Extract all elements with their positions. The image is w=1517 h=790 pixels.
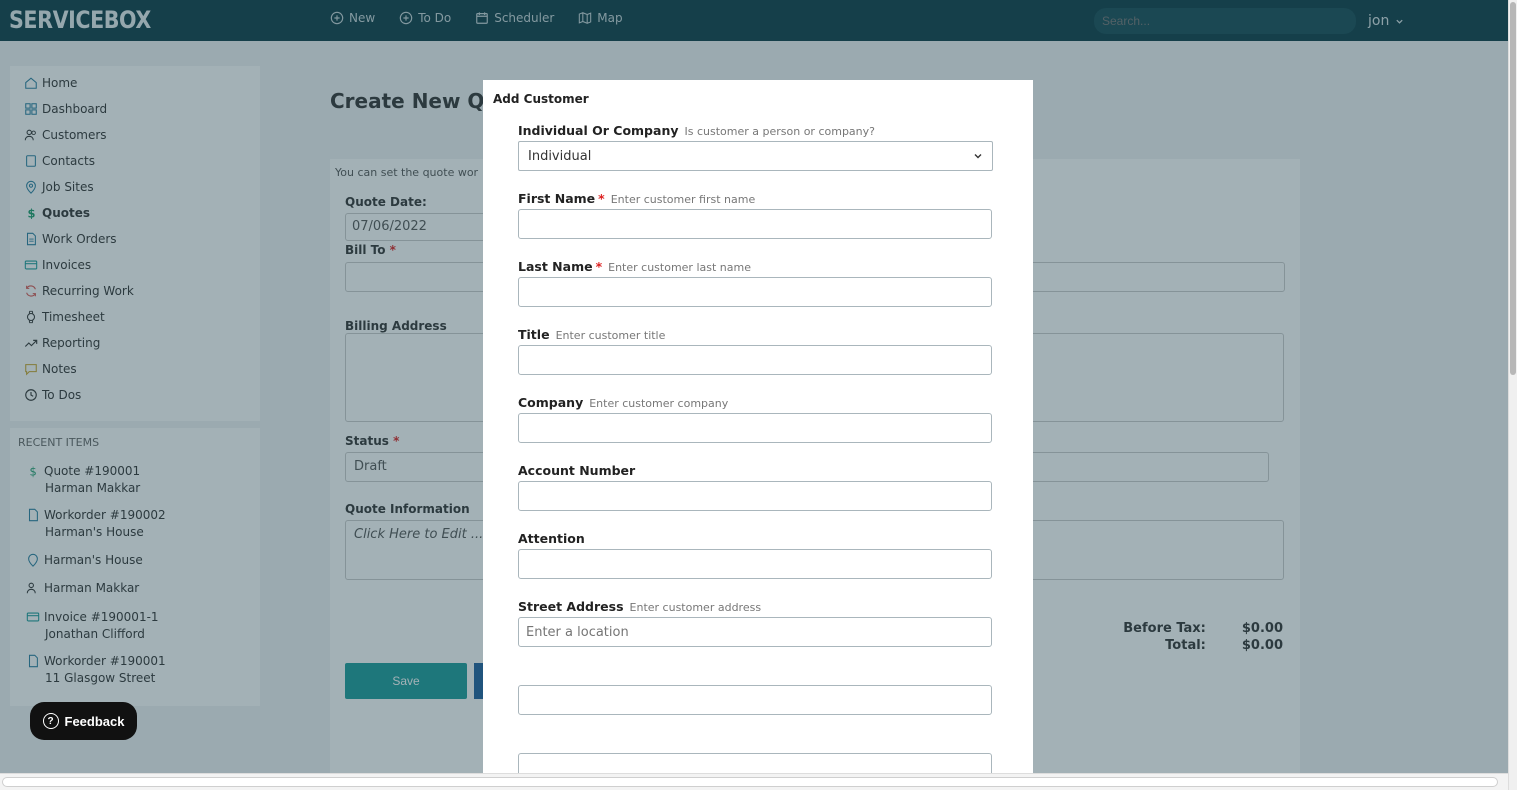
title-label: Title Enter customer title [518,327,665,342]
type-label: Individual Or Company Is customer a perso… [518,123,875,138]
street-address-label: Street Address Enter customer address [518,599,761,614]
last-name-hint: Enter customer last name [608,261,751,274]
vertical-scrollbar[interactable] [1508,0,1517,790]
account-number-label: Account Number [518,463,635,478]
account-number-input[interactable] [518,481,992,511]
account-number-label-text: Account Number [518,463,636,478]
first-name-label: First Name * Enter customer first name [518,191,755,206]
vertical-scroll-thumb[interactable] [1510,2,1516,375]
help-icon: ? [42,713,59,729]
title-label-text: Title [518,327,550,342]
company-input[interactable] [518,413,992,443]
address-line-3-input[interactable] [518,753,992,773]
last-name-input[interactable] [518,277,992,307]
last-name-label: Last Name * Enter customer last name [518,259,751,274]
customer-type-select[interactable]: Individual [518,141,993,171]
chevron-down-icon [974,154,982,159]
company-hint: Enter customer company [589,397,729,410]
modal-title: Add Customer [493,92,589,106]
street-address-hint: Enter customer address [629,601,762,614]
customer-type-value: Individual [528,148,592,164]
required-marker: * [595,259,603,274]
title-input[interactable] [518,345,992,375]
company-label: Company Enter customer company [518,395,728,410]
attention-label-text: Attention [518,531,585,546]
title-hint: Enter customer title [555,329,666,342]
first-name-label-text: First Name [518,191,596,206]
company-label-text: Company [518,395,584,410]
street-address-label-text: Street Address [518,599,624,614]
horizontal-scrollbar[interactable] [0,773,1508,790]
first-name-input[interactable] [518,209,992,239]
address-line-2-input[interactable] [518,685,992,715]
type-label-text: Individual Or Company [518,123,679,138]
first-name-hint: Enter customer first name [610,193,756,206]
street-address-input[interactable] [518,617,992,647]
feedback-button[interactable]: ? Feedback [30,702,137,740]
add-customer-modal: Add Customer Individual Or Company Is cus… [483,80,1033,773]
horizontal-scroll-thumb[interactable] [2,777,1498,787]
feedback-label: Feedback [64,713,125,729]
required-marker: * [598,191,605,206]
last-name-label-text: Last Name [518,259,593,274]
type-hint: Is customer a person or company? [684,125,876,138]
attention-input[interactable] [518,549,992,579]
attention-label: Attention [518,531,585,546]
